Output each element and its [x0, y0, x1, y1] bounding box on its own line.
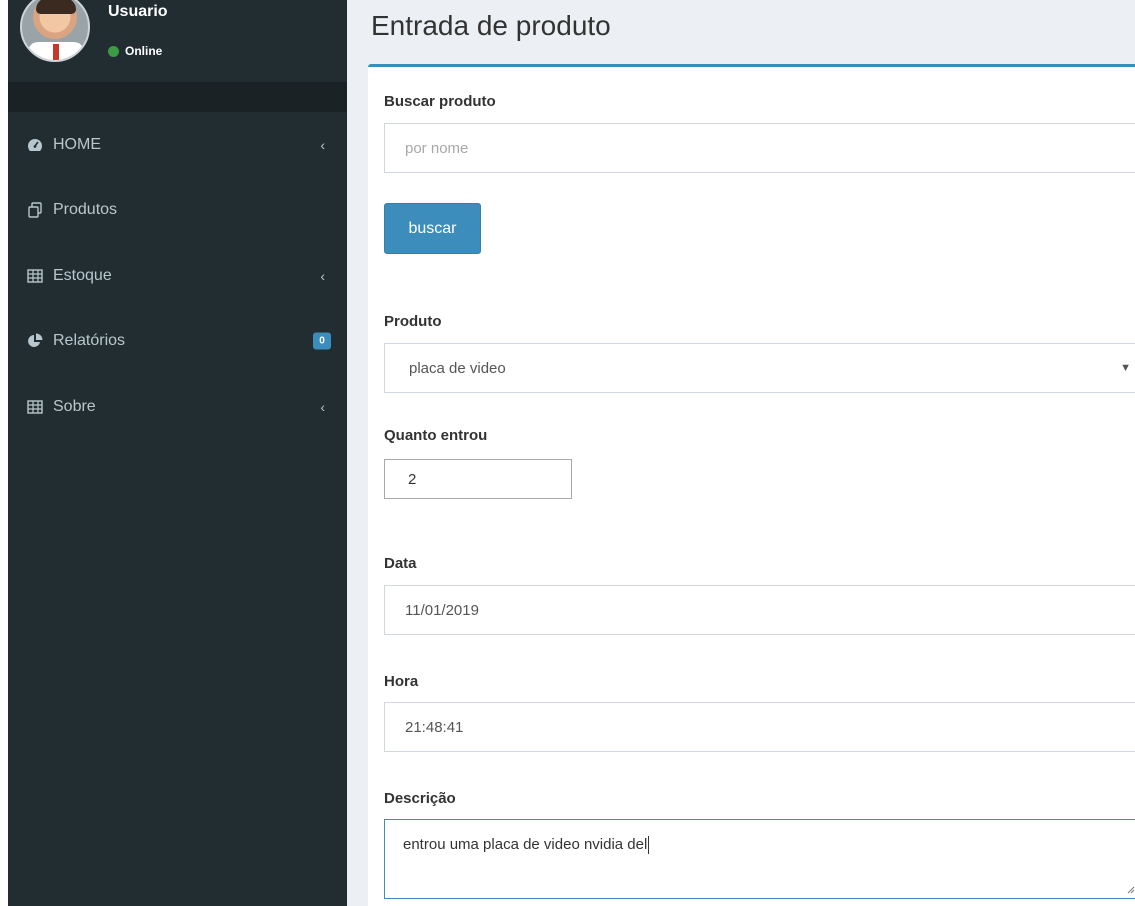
sidebar-item-label: Sobre: [53, 397, 96, 415]
search-input[interactable]: por nome: [384, 123, 1135, 173]
time-input[interactable]: 21:48:41: [384, 702, 1135, 752]
sidebar-item-label: Relatórios: [53, 332, 126, 350]
sidebar-item-estoque[interactable]: Estoque ‹: [8, 243, 347, 309]
sidebar-item-home[interactable]: HOME ‹: [8, 112, 347, 178]
sidebar-item-relatorios[interactable]: Relatórios 0: [8, 309, 347, 375]
chevron-left-icon: ‹: [320, 398, 325, 415]
sidebar-item-label: HOME: [53, 135, 101, 153]
quantity-label: Quanto entrou: [384, 427, 488, 444]
copy-icon: [27, 202, 43, 218]
avatar: [20, 0, 90, 62]
user-name: Usuario: [108, 3, 168, 20]
description-text: entrou uma placa de video nvidia del: [403, 836, 648, 853]
quantity-input[interactable]: 2: [384, 459, 572, 499]
search-button[interactable]: buscar: [384, 203, 481, 254]
content-area: Entrada de produto Buscar produto por no…: [347, 0, 1135, 906]
sidebar-item-label: Produtos: [53, 201, 118, 219]
sidebar-menu: HOME ‹ Produtos Estoque ‹ Relatórios 0 S…: [8, 112, 347, 440]
text-cursor: [648, 836, 650, 855]
product-select[interactable]: placa de video ▼: [384, 343, 1135, 393]
product-select-value: placa de video: [409, 359, 506, 377]
sidebar-item-sobre[interactable]: Sobre ‹: [8, 374, 347, 440]
user-status: Online: [108, 44, 162, 58]
user-status-label: Online: [125, 44, 163, 58]
window-edge: [0, 0, 8, 906]
search-label: Buscar produto: [384, 93, 496, 110]
dropdown-arrow-icon: ▼: [1120, 362, 1131, 374]
table-icon: [27, 399, 43, 415]
pie-chart-icon: [27, 333, 43, 349]
sidebar-item-produtos[interactable]: Produtos: [8, 178, 347, 244]
user-panel: Usuario Online: [8, 0, 347, 82]
chevron-left-icon: ‹: [320, 136, 325, 153]
sidebar-item-label: Estoque: [53, 266, 112, 284]
date-input[interactable]: 11/01/2019: [384, 585, 1135, 635]
date-label: Data: [384, 555, 417, 572]
time-label: Hora: [384, 673, 419, 690]
table-icon: [27, 268, 43, 284]
chevron-left-icon: ‹: [320, 267, 325, 284]
page-title: Entrada de produto: [371, 10, 611, 41]
online-status-icon: [108, 45, 119, 57]
product-entry-form: Buscar produto por nome buscar Produto p…: [368, 64, 1135, 906]
description-label: Descrição: [384, 790, 456, 807]
sidebar: Usuario Online HOME ‹ Produtos Estoque ‹: [8, 0, 347, 906]
product-label: Produto: [384, 313, 442, 330]
notification-badge: 0: [313, 332, 331, 350]
description-textarea[interactable]: entrou uma placa de video nvidia del: [384, 819, 1135, 899]
resize-handle-icon[interactable]: [1125, 884, 1135, 894]
sidebar-menu-header: [8, 82, 347, 112]
dashboard-icon: [27, 137, 43, 153]
